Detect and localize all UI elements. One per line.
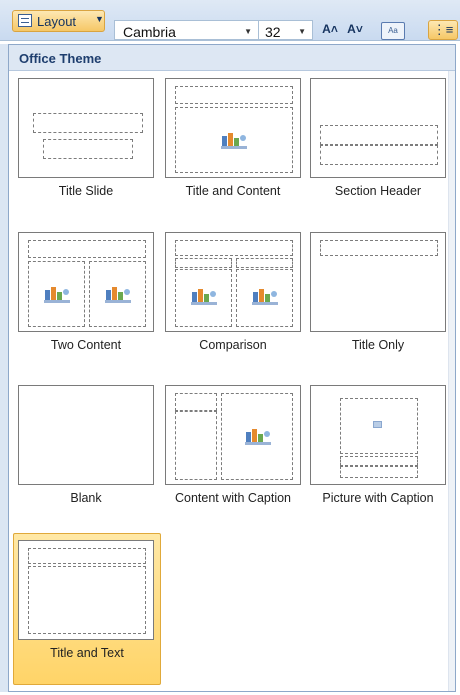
layout-thumbnail (165, 385, 301, 485)
layout-thumbnail (18, 385, 154, 485)
layout-comparison[interactable]: Comparison (162, 229, 308, 383)
caption-title-placeholder (175, 393, 217, 411)
caption-text-placeholder (340, 466, 418, 478)
content-placeholder-left (175, 269, 232, 327)
chevron-down-icon[interactable]: ▼ (298, 27, 306, 36)
layout-label: Two Content (50, 338, 122, 352)
title-placeholder (320, 125, 438, 145)
font-size-value: 32 (265, 24, 281, 40)
layout-label: Picture with Caption (322, 491, 434, 505)
heading-placeholder-left (175, 258, 232, 268)
content-placeholder-right (236, 269, 293, 327)
content-placeholder (175, 107, 293, 173)
bullets-icon: ⋮≡ (432, 22, 454, 37)
font-name-value: Cambria (123, 24, 176, 40)
layout-thumbnail (165, 232, 301, 332)
layout-thumbnail (18, 540, 154, 640)
layout-picture-with-caption[interactable]: Picture with Caption (307, 382, 453, 536)
title-placeholder (33, 113, 143, 133)
layout-thumbnail (310, 232, 446, 332)
title-placeholder (28, 548, 146, 564)
content-placeholder-right (89, 261, 146, 327)
layout-thumbnail (310, 385, 446, 485)
content-insert-icon (190, 288, 218, 306)
text-placeholder (320, 145, 438, 165)
layout-label: Blank (70, 491, 102, 505)
title-placeholder (175, 240, 293, 256)
layout-content-with-caption[interactable]: Content with Caption (162, 382, 308, 536)
layout-label: Title Slide (58, 184, 114, 198)
layout-two-content[interactable]: Two Content (15, 229, 161, 383)
picture-insert-icon (373, 421, 383, 429)
layout-label: Title and Text (50, 646, 124, 660)
layout-thumbnail (310, 78, 446, 178)
layout-gallery-panel: Office Theme Title Slide Title and Conte… (8, 44, 456, 692)
content-insert-icon (104, 286, 132, 304)
subtitle-placeholder (43, 139, 133, 159)
chevron-down-icon: ▼ (95, 14, 104, 24)
grow-font-button[interactable]: A˄ (318, 22, 342, 40)
panel-left-edge (0, 44, 8, 692)
layout-button-label: Layout (37, 14, 77, 29)
shrink-font-button[interactable]: A˅ (343, 22, 367, 40)
content-insert-icon (244, 428, 272, 446)
layout-thumbnail (18, 78, 154, 178)
layout-label: Section Header (334, 184, 422, 198)
content-placeholder (221, 393, 293, 480)
layout-label: Content with Caption (174, 491, 292, 505)
layout-label: Comparison (199, 338, 267, 352)
layout-button[interactable]: Layout ▼ (12, 10, 105, 32)
text-placeholder (28, 566, 146, 634)
layout-thumbnail (18, 232, 154, 332)
layout-thumbnail (165, 78, 301, 178)
gallery-section-header: Office Theme (9, 45, 455, 71)
content-insert-icon (220, 132, 248, 150)
layout-title-and-text[interactable]: Title and Text (13, 533, 161, 685)
layout-title-only[interactable]: Title Only (307, 229, 453, 383)
picture-placeholder (340, 398, 418, 454)
title-placeholder (175, 86, 293, 104)
bullets-button[interactable]: ⋮≡ (428, 20, 458, 40)
caption-text-placeholder (175, 411, 217, 480)
layout-label: Title Only (351, 338, 405, 352)
content-insert-icon (43, 286, 71, 304)
clear-formatting-button[interactable]: Aa (381, 22, 405, 40)
layout-title-slide[interactable]: Title Slide (15, 75, 161, 229)
title-placeholder (320, 240, 438, 256)
section-title: Office Theme (19, 51, 102, 66)
chevron-down-icon[interactable]: ▼ (244, 27, 252, 36)
layout-title-and-content[interactable]: Title and Content (162, 75, 308, 229)
content-placeholder-left (28, 261, 85, 327)
layout-icon (18, 14, 32, 27)
layout-label: Title and Content (185, 184, 281, 198)
font-size-combobox[interactable]: 32 ▼ (258, 20, 313, 40)
ribbon-toolbar: Layout ▼ Cambria ▼ 32 ▼ A˄ A˅ Aa ⋮≡ (0, 0, 460, 41)
layout-blank[interactable]: Blank (15, 382, 161, 536)
font-name-combobox[interactable]: Cambria ▼ (114, 20, 259, 40)
heading-placeholder-right (236, 258, 293, 268)
caption-title-placeholder (340, 456, 418, 466)
content-insert-icon (251, 288, 279, 306)
layout-section-header[interactable]: Section Header (307, 75, 453, 229)
title-placeholder (28, 240, 146, 258)
